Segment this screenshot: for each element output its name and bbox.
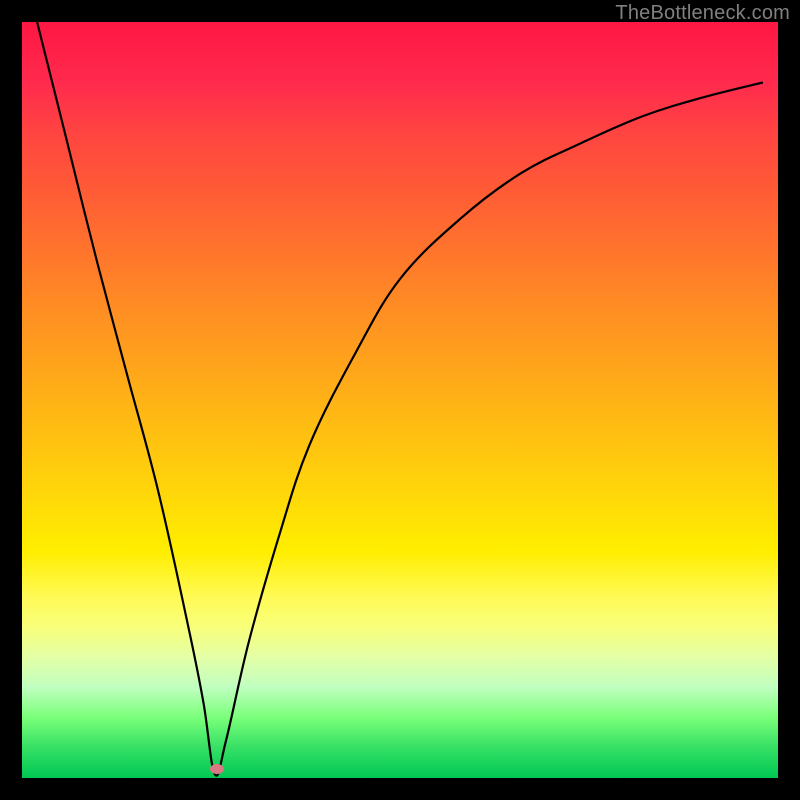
optimal-point-marker: [210, 764, 224, 774]
chart-frame: TheBottleneck.com: [0, 0, 800, 800]
bottleneck-curve: [22, 22, 778, 778]
watermark-text: TheBottleneck.com: [615, 2, 790, 25]
plot-area: [22, 22, 778, 778]
